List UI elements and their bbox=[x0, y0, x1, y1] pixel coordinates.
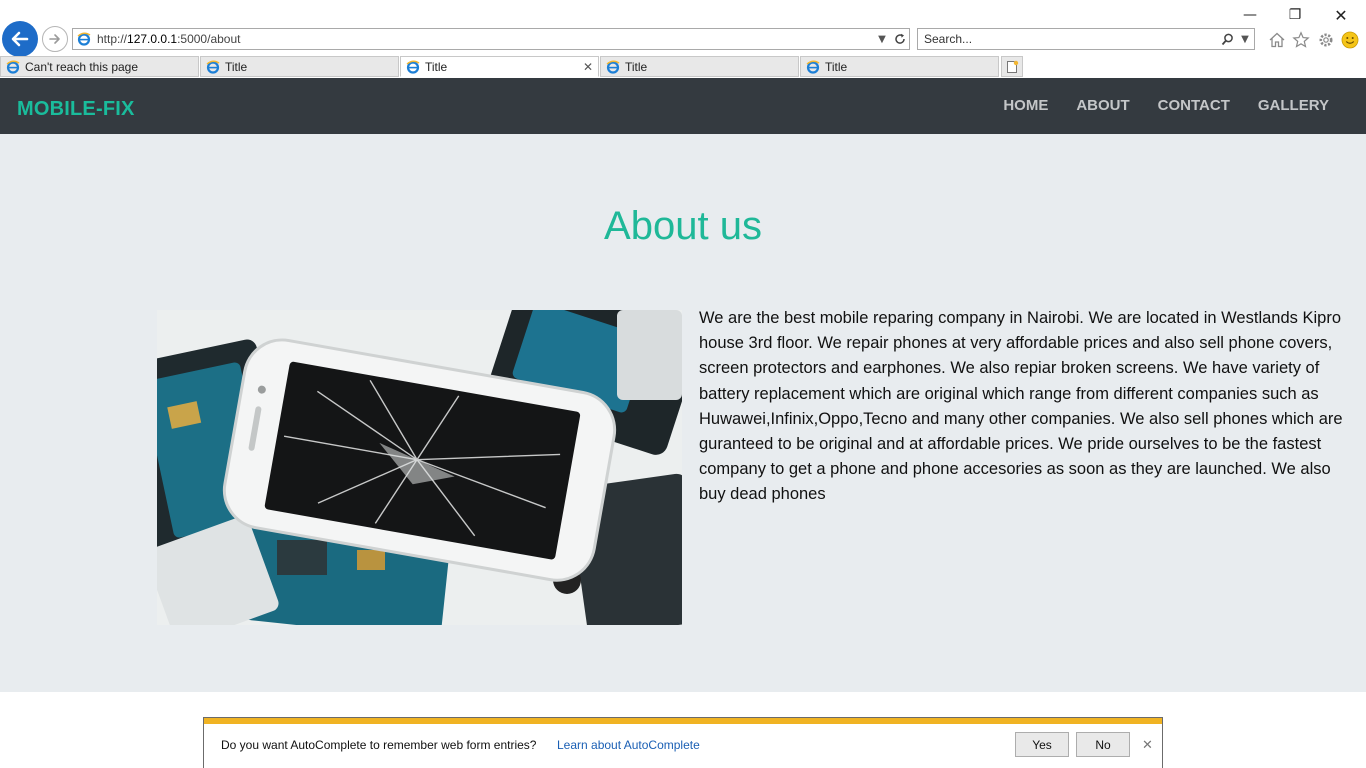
notification-close-icon[interactable]: ✕ bbox=[1142, 738, 1153, 753]
nav-about-link[interactable]: ABOUT bbox=[1076, 97, 1129, 114]
tab-2[interactable]: Title bbox=[200, 56, 399, 77]
close-window-button[interactable]: ✕ bbox=[1318, 4, 1364, 26]
brand-logo[interactable]: MOBILE-FIX bbox=[17, 98, 135, 121]
settings-gear-icon[interactable] bbox=[1316, 30, 1336, 50]
tab-title: Can't reach this page bbox=[25, 59, 139, 74]
back-arrow-icon bbox=[11, 31, 29, 47]
refresh-icon[interactable] bbox=[891, 30, 909, 48]
autocomplete-message: Do you want AutoComplete to remember web… bbox=[221, 738, 537, 752]
ie-tab-icon bbox=[606, 60, 620, 74]
ie-tab-icon bbox=[206, 60, 220, 74]
tab-3-active[interactable]: Title ✕ bbox=[400, 56, 599, 77]
autocomplete-no-button[interactable]: No bbox=[1076, 732, 1130, 757]
site-navbar: MOBILE-FIX HOME ABOUT CONTACT GALLERY bbox=[0, 78, 1366, 134]
tab-4[interactable]: Title bbox=[600, 56, 799, 77]
tab-title: Title bbox=[825, 59, 848, 74]
ie-tab-icon bbox=[406, 60, 420, 74]
search-input[interactable]: Search... bbox=[918, 32, 1218, 46]
new-tab-icon bbox=[1007, 60, 1019, 73]
favorites-star-icon[interactable] bbox=[1291, 30, 1311, 50]
restore-button[interactable]: ❐ bbox=[1272, 4, 1318, 26]
minimize-button[interactable]: — bbox=[1227, 4, 1273, 26]
tab-5[interactable]: Title bbox=[800, 56, 999, 77]
notification-stripe bbox=[204, 718, 1162, 724]
ie-tab-icon bbox=[806, 60, 820, 74]
tab-title: Title bbox=[225, 59, 248, 74]
new-tab-button[interactable] bbox=[1001, 56, 1023, 77]
autocomplete-notification-bar: Do you want AutoComplete to remember web… bbox=[203, 717, 1163, 768]
tab-close-icon[interactable]: ✕ bbox=[583, 60, 593, 74]
nav-links: HOME ABOUT CONTACT GALLERY bbox=[975, 97, 1329, 114]
forward-button[interactable] bbox=[42, 26, 68, 52]
forward-arrow-icon bbox=[49, 34, 60, 44]
about-title: About us bbox=[604, 204, 762, 248]
browser-toolbar: — ❐ ✕ http://127.0.0.1:5000/about ▼ Sear… bbox=[0, 0, 1366, 57]
autocomplete-yes-button[interactable]: Yes bbox=[1015, 732, 1069, 757]
nav-contact-link[interactable]: CONTACT bbox=[1158, 97, 1230, 114]
about-section: About us We are the best mobile reparing… bbox=[0, 134, 1366, 692]
ie-page-icon bbox=[77, 32, 91, 46]
learn-autocomplete-link[interactable]: Learn about AutoComplete bbox=[557, 738, 700, 752]
back-button[interactable] bbox=[2, 21, 38, 57]
feedback-smiley-icon[interactable] bbox=[1340, 30, 1360, 50]
url-path: :5000/about bbox=[177, 32, 241, 46]
nav-gallery-link[interactable]: GALLERY bbox=[1258, 97, 1329, 114]
tab-title: Title bbox=[625, 59, 648, 74]
address-bar[interactable]: http://127.0.0.1:5000/about ▼ bbox=[72, 28, 910, 50]
url-scheme: http:// bbox=[97, 32, 128, 46]
search-dropdown-icon[interactable]: ▼ bbox=[1236, 30, 1254, 48]
tab-1[interactable]: Can't reach this page bbox=[0, 56, 199, 77]
ie-tab-icon bbox=[6, 60, 20, 74]
address-url[interactable]: http://127.0.0.1:5000/about bbox=[97, 32, 873, 46]
broken-phone-image bbox=[157, 310, 682, 625]
tab-title: Title bbox=[425, 59, 448, 74]
search-bar[interactable]: Search... ▼ bbox=[917, 28, 1255, 50]
tab-strip: Can't reach this page Title Title ✕ Titl… bbox=[0, 56, 1366, 78]
address-dropdown-icon[interactable]: ▼ bbox=[873, 30, 891, 48]
about-paragraph: We are the best mobile reparing company … bbox=[699, 309, 1343, 504]
home-icon[interactable] bbox=[1267, 30, 1287, 50]
url-host: 127.0.0.1 bbox=[127, 32, 178, 46]
nav-home-link[interactable]: HOME bbox=[1003, 97, 1048, 114]
search-icon[interactable] bbox=[1218, 30, 1236, 48]
